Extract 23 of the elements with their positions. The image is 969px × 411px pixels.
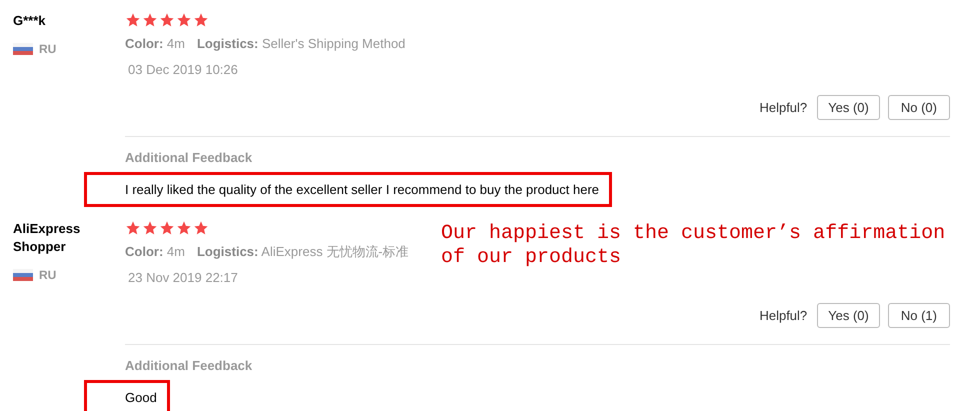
feedback-heading: Additional Feedback — [125, 149, 254, 167]
country-code: RU — [39, 41, 56, 58]
country-code: RU — [39, 267, 56, 284]
reviewer-name: G***k — [13, 12, 47, 30]
feedback-text: Good — [84, 380, 170, 411]
reviewer-name: AliExpress Shopper — [13, 220, 82, 256]
yes-button[interactable]: Yes (0) — [817, 303, 880, 328]
yes-button[interactable]: Yes (0) — [817, 95, 880, 120]
logistics-info: Logistics: AliExpress 无忧物流-标准 — [196, 243, 409, 261]
review-date: 03 Dec 2019 10:26 — [128, 60, 239, 78]
helpful-label: Helpful? — [759, 306, 808, 325]
feedback-text: I really liked the quality of the excellent seller I recommend to buy the product here — [84, 172, 612, 207]
review-date: 23 Nov 2019 22:17 — [128, 268, 239, 286]
logistics-info: Logistics: Seller's Shipping Method — [196, 35, 406, 53]
helpful-label: Helpful? — [759, 98, 808, 117]
color-info: Color: 4m — [125, 243, 185, 261]
color-info: Color: 4m — [125, 35, 185, 53]
promo-caption: Our happiest is the customer’s affirmation of our products — [441, 222, 946, 270]
feedback-heading: Additional Feedback — [125, 357, 254, 375]
no-button[interactable]: No (1) — [888, 303, 950, 328]
flag-icon — [13, 269, 33, 281]
no-button[interactable]: No (0) — [888, 95, 950, 120]
flag-icon — [13, 43, 33, 55]
